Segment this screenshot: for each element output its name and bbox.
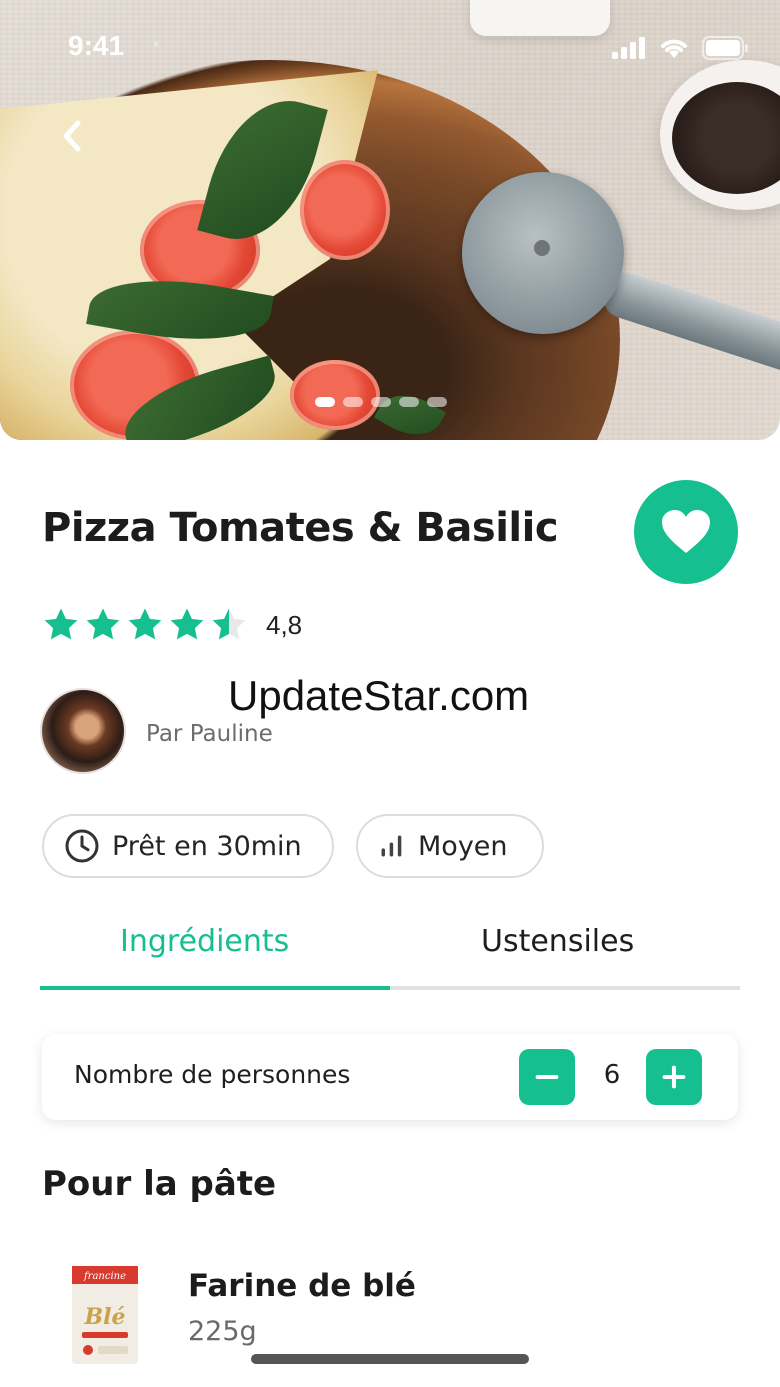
recipe-title: Pizza Tomates & Basilic [42,505,559,551]
wifi-icon [661,39,687,58]
servings-label: Nombre de personnes [74,1060,351,1089]
flour-package-icon: francine Blé [72,1266,138,1364]
difficulty-bars-icon [381,835,402,857]
status-time: 9:41 [68,30,125,61]
heart-icon [662,510,710,553]
recipe-hero-image [0,0,780,440]
cup-decor [470,0,610,36]
favorite-button[interactable] [634,480,738,584]
watermark: UpdateStar.com [228,672,530,719]
time-chip: Prêt en 30min [42,814,334,878]
status-icons [612,36,750,60]
rating: 4,8 [42,606,302,644]
carousel-dot[interactable] [399,397,419,407]
time-chip-label: Prêt en 30min [112,830,302,862]
avatar[interactable] [40,688,126,774]
carousel-dot[interactable] [343,397,363,407]
flour-package-brand: francine [83,1271,126,1282]
star-icon [44,608,78,640]
servings-card: Nombre de personnes 6 [42,1034,738,1120]
servings-count: 6 [603,1060,621,1090]
tomato-decor [300,160,390,260]
difficulty-chip: Moyen [356,814,544,878]
carousel-indicator [315,397,447,407]
carousel-dot[interactable] [315,397,335,407]
flour-package-text: Blé [84,1304,126,1330]
home-indicator [251,1354,529,1364]
carousel-dot[interactable] [427,397,447,407]
author-name: Par Pauline [146,721,273,747]
minus-icon [535,1074,559,1080]
star-icon [170,608,204,640]
pepper-bowl-decor [660,60,780,210]
signal-icon [612,37,645,59]
list-item: francine Blé Farine de blé 225g [60,1258,416,1368]
tab-ustensiles[interactable]: Ustensiles [481,924,634,959]
clock-icon [65,829,99,863]
chevron-left-icon [63,120,81,152]
tab-active-indicator [40,986,390,990]
recipe-screen: 9:41 Pizza Tomates & Basilic 4,8 Par Pau… [0,0,780,1387]
carousel-dot[interactable] [371,397,391,407]
star-icon [86,608,120,640]
star-half-icon [212,608,246,640]
ingredient-image: francine Blé [60,1258,146,1368]
ingredient-quantity: 225g [188,1316,257,1347]
back-button[interactable] [52,116,92,156]
decrease-servings-button[interactable] [519,1049,575,1105]
rating-stars [42,606,248,644]
increase-servings-button[interactable] [646,1049,702,1105]
section-title: Pour la pâte [42,1164,277,1204]
plus-icon [662,1065,686,1089]
battery-icon [702,36,748,60]
recipe-tabs: Ingrédients Ustensiles [40,910,740,992]
tomato-decor [290,360,380,430]
pizza-cutter-decor [462,172,624,334]
difficulty-chip-label: Moyen [418,830,508,862]
cutter-handle-decor [598,267,780,379]
star-icon [128,608,162,640]
tab-ingredients[interactable]: Ingrédients [120,924,289,959]
rating-value: 4,8 [266,609,303,640]
ingredient-name: Farine de blé [188,1268,416,1304]
